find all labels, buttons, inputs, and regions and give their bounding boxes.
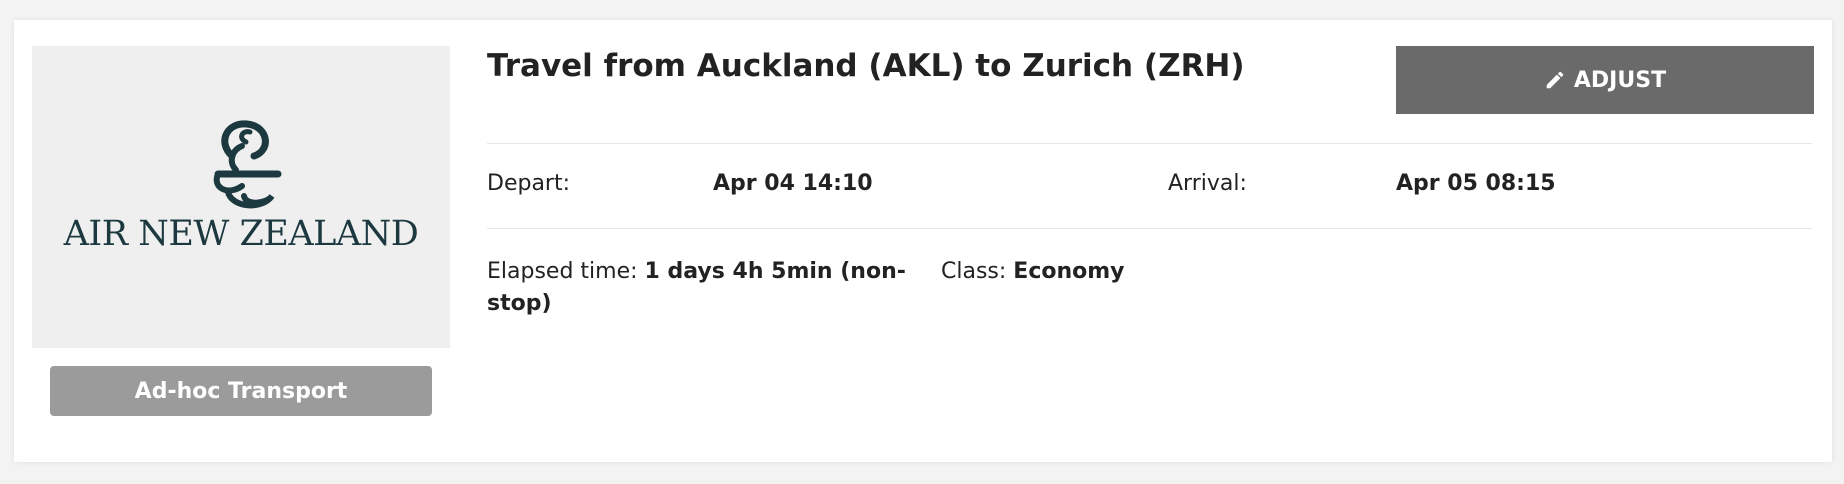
arrival-label: Arrival: xyxy=(1168,171,1247,196)
travel-class: Class: Economy xyxy=(941,256,1125,288)
elapsed-time-label: Elapsed time: xyxy=(487,259,638,284)
ad-hoc-transport-button[interactable]: Ad-hoc Transport xyxy=(50,366,432,416)
depart-value: Apr 04 14:10 xyxy=(713,171,873,196)
divider xyxy=(487,228,1812,229)
trip-title: Travel from Auckland (AKL) to Zurich (ZR… xyxy=(487,48,1245,84)
pencil-icon xyxy=(1546,71,1564,89)
divider xyxy=(487,143,1812,144)
koru-icon xyxy=(213,120,282,209)
depart-label: Depart: xyxy=(487,171,571,196)
adjust-button-label: ADJUST xyxy=(1573,67,1667,93)
class-label: Class: xyxy=(941,259,1007,284)
class-value: Economy xyxy=(1013,259,1125,284)
adjust-button[interactable]: ADJUST xyxy=(1396,46,1814,114)
arrival-value: Apr 05 08:15 xyxy=(1396,171,1556,196)
airline-logo-text: AIR NEW ZEALAND xyxy=(63,214,419,254)
airline-logo: AIR NEW ZEALAND xyxy=(32,46,450,348)
elapsed-time: Elapsed time: 1 days 4h 5min (non-stop) xyxy=(487,256,907,320)
